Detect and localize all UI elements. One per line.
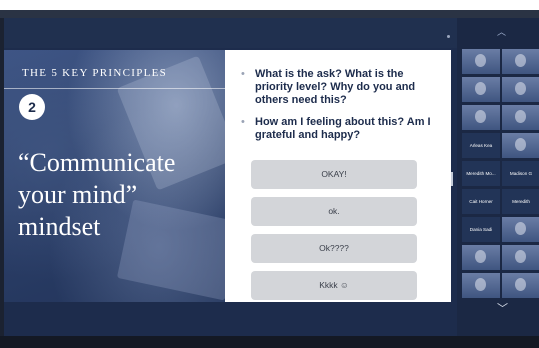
screen-indicator-dot: [447, 35, 450, 38]
participant-video[interactable]: [502, 133, 539, 158]
question-item: • How am I feeling about this? Am I grat…: [239, 116, 444, 142]
participant-video[interactable]: [502, 273, 539, 298]
participant-video[interactable]: [462, 49, 500, 74]
participant-name: Meredith: [512, 199, 530, 204]
question-text: What is the ask? What is the priority le…: [255, 68, 416, 106]
participant-tile[interactable]: Arleas Kea: [462, 133, 500, 158]
participant-tile[interactable]: Meredith Mo...: [462, 161, 500, 186]
participant-name: Dania Sadi: [469, 227, 493, 232]
participant-video[interactable]: [462, 77, 500, 102]
answer-options: OKAY! ok. Ok???? Kkkk ☺: [251, 160, 417, 308]
principle-number-badge: 2: [19, 94, 45, 120]
participant-video[interactable]: [502, 217, 539, 242]
screen-scroll-handle[interactable]: [451, 172, 453, 186]
bullet-icon: •: [241, 68, 245, 80]
participant-tile[interactable]: Madison G: [502, 161, 539, 186]
question-list: • What is the ask? What is the priority …: [239, 68, 444, 151]
participant-name: Madison G: [509, 171, 533, 176]
participant-name: Arleas Kea: [469, 143, 493, 148]
bullet-icon: •: [241, 116, 245, 128]
answer-option-ok-question[interactable]: Ok????: [251, 234, 417, 263]
chevron-up-icon[interactable]: ︿: [497, 25, 506, 38]
kicker-divider: [4, 88, 225, 89]
participant-video[interactable]: [502, 245, 539, 270]
top-strip: [0, 10, 539, 18]
participant-video[interactable]: [462, 273, 500, 298]
slide-title-line: your mind”: [18, 180, 138, 209]
top-bar: [0, 0, 539, 10]
answer-option-ok[interactable]: ok.: [251, 197, 417, 226]
slide-title-line: mindset: [18, 212, 101, 241]
question-text: How am I feeling about this? Am I gratef…: [255, 116, 431, 141]
slide-right-panel: • What is the ask? What is the priority …: [225, 50, 451, 302]
shared-screen-header: [4, 18, 457, 48]
question-item: • What is the ask? What is the priority …: [239, 68, 444, 107]
participant-video[interactable]: [462, 105, 500, 130]
participant-video[interactable]: [462, 245, 500, 270]
chevron-down-icon[interactable]: ﹀: [497, 300, 508, 316]
participant-tile[interactable]: Meredith: [502, 189, 539, 214]
slide-title-line: “Communicate: [18, 148, 176, 177]
participant-tile[interactable]: Cait Horner: [462, 189, 500, 214]
answer-option-okay[interactable]: OKAY!: [251, 160, 417, 189]
bottom-bar: [0, 336, 539, 348]
participant-tile[interactable]: Dania Sadi: [462, 217, 500, 242]
participant-video[interactable]: [502, 105, 539, 130]
participant-name: Meredith Mo...: [466, 171, 496, 176]
slide-left-panel: THE 5 KEY PRINCIPLES 2 “Communicate your…: [4, 50, 225, 302]
participant-video[interactable]: [502, 49, 539, 74]
slide-kicker: THE 5 KEY PRINCIPLES: [22, 67, 168, 79]
slide-title: “Communicate your mind” mindset: [18, 147, 223, 243]
participant-name: Cait Horner: [469, 199, 493, 204]
answer-option-kkkk[interactable]: Kkkk ☺: [251, 271, 417, 300]
participant-video[interactable]: [502, 77, 539, 102]
